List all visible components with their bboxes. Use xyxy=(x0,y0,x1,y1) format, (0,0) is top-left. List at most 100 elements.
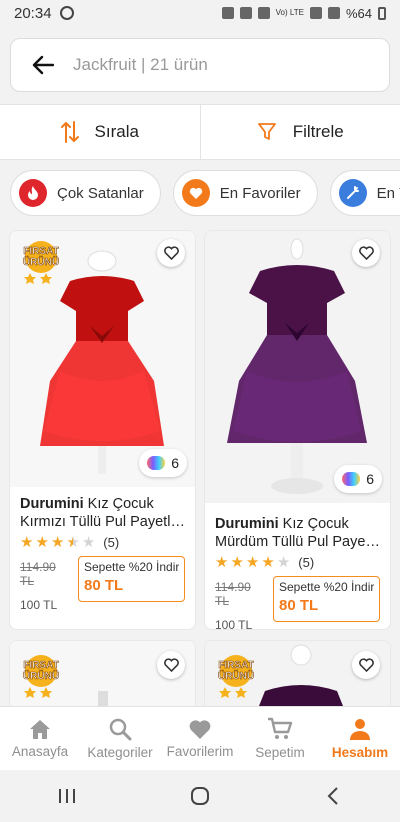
heart-outline-icon xyxy=(163,658,179,672)
product-info: Durumini Kız Çocuk Mürdüm Tüllü Pul Paye… xyxy=(205,503,390,630)
product-title-line2: Mürdüm Tüllü Pul Payetli Abiye Elbise xyxy=(215,534,380,550)
favorite-button[interactable] xyxy=(157,239,185,267)
color-count-value: 6 xyxy=(171,455,179,471)
heart-outline-icon xyxy=(358,658,374,672)
product-title-line2: Kırmızı Tüllü Pul Payetli Abiye Elbise xyxy=(20,514,185,530)
product-image[interactable]: 6 xyxy=(205,231,390,503)
home-system-button[interactable] xyxy=(170,776,230,816)
star-full-icon: ★ xyxy=(20,534,34,551)
product-image[interactable]: FIRSAT ÜRÜNÜ 6 xyxy=(10,231,195,487)
home-icon xyxy=(30,720,50,739)
svg-text:FIRSAT: FIRSAT xyxy=(23,660,58,671)
product-rating: ★ ★ ★ ★ ★ (5) xyxy=(215,555,380,570)
basket-discount-box: Sepette %20 İndirim 80 TL xyxy=(273,576,380,622)
back-button[interactable] xyxy=(23,45,63,85)
sparkle-icon xyxy=(338,179,367,207)
chip-label: Çok Satanlar xyxy=(57,184,144,202)
battery-percent: %64 xyxy=(345,5,372,21)
price-block: 114.90 TL 100 TL xyxy=(215,576,267,630)
chip-cok-satanlar[interactable]: Çok Satanlar xyxy=(10,170,161,216)
svg-text:ÜRÜNÜ: ÜRÜNÜ xyxy=(23,669,59,682)
location-icon xyxy=(257,7,270,19)
search-bar[interactable]: Jackfruit | 21 ürün xyxy=(10,38,390,92)
nav-account[interactable]: Hesabım xyxy=(320,707,400,770)
product-image[interactable]: FIRSAT ÜRÜNÜ xyxy=(205,641,390,709)
product-card[interactable]: FIRSAT ÜRÜNÜ xyxy=(204,640,391,710)
color-variant-count[interactable]: 6 xyxy=(334,465,382,493)
nav-home[interactable]: Anasayfa xyxy=(0,707,80,770)
status-time: 20:34 xyxy=(14,4,52,22)
review-count: (5) xyxy=(298,555,315,570)
price-block: 114.90 TL 100 TL xyxy=(20,556,72,612)
svg-text:ÜRÜNÜ: ÜRÜNÜ xyxy=(23,255,59,268)
user-icon xyxy=(350,719,370,740)
product-rating: ★ ★ ★ ★ ★ (5) xyxy=(20,535,185,550)
favorite-button[interactable] xyxy=(352,239,380,267)
chip-en-favoriler[interactable]: En Favoriler xyxy=(172,170,318,216)
product-info: Durumini Kız Çocuk Kırmızı Tüllü Pul Pay… xyxy=(10,487,195,620)
wifi-icon xyxy=(309,7,322,19)
flame-icon xyxy=(19,179,47,207)
home-circle-icon xyxy=(190,787,209,805)
nav-cart[interactable]: Sepetim xyxy=(240,707,320,770)
review-count: (5) xyxy=(103,535,120,550)
favorite-button[interactable] xyxy=(352,651,380,679)
sort-label: Sırala xyxy=(94,122,139,141)
firsat-urunu-badge: FIRSAT ÜRÜNÜ xyxy=(23,655,59,698)
whatsapp-icon xyxy=(59,6,74,20)
firsat-urunu-badge: FIRSAT ÜRÜNÜ xyxy=(218,655,254,698)
heart-outline-icon xyxy=(163,246,179,260)
filter-button[interactable]: Filtrele xyxy=(201,105,400,159)
nav-label: Favorilerim xyxy=(166,744,234,759)
nav-label: Sepetim xyxy=(255,745,305,760)
chip-en-yeniler[interactable]: En Yeniler xyxy=(329,170,400,216)
quick-filter-chips: Çok Satanlar En Favoriler En Yeniler xyxy=(10,170,400,216)
old-price: 114.90 TL xyxy=(20,560,56,588)
chevron-left-icon xyxy=(327,787,339,805)
status-right: Vo) LTE %64 xyxy=(221,5,386,21)
color-palette-icon xyxy=(342,472,361,486)
search-query[interactable]: Jackfruit | 21 ürün xyxy=(73,55,208,75)
nav-label: Kategoriler xyxy=(87,745,153,760)
arrow-left-icon xyxy=(32,55,54,75)
heart-icon xyxy=(181,179,210,207)
star-half-icon: ★ xyxy=(66,534,80,551)
color-count-value: 6 xyxy=(366,471,374,487)
back-system-button[interactable] xyxy=(303,776,363,816)
current-price: 100 TL xyxy=(20,598,58,612)
sort-button[interactable]: Sırala xyxy=(0,105,200,159)
svg-text:ÜRÜNÜ: ÜRÜNÜ xyxy=(218,669,254,682)
product-title-text: Kız Çocuk xyxy=(87,496,154,512)
current-price: 100 TL xyxy=(215,618,253,630)
star-full-icon: ★ xyxy=(261,554,275,571)
recent-apps-button[interactable] xyxy=(37,776,97,816)
product-card[interactable]: FIRSAT ÜRÜNÜ xyxy=(9,640,196,710)
favorite-button[interactable] xyxy=(157,651,185,679)
signal-icon xyxy=(327,7,340,19)
product-card[interactable]: FIRSAT ÜRÜNÜ 6 Durumini Kız Çocuk Kırmız… xyxy=(9,230,196,630)
sort-icon xyxy=(60,121,79,143)
star-full-icon: ★ xyxy=(230,554,244,571)
star-empty-icon: ★ xyxy=(276,554,291,571)
sort-filter-bar: Sırala Filtrele xyxy=(0,104,400,160)
nav-favorites[interactable]: Favorilerim xyxy=(160,707,240,770)
bottom-navigation: Anasayfa Kategoriler Favorilerim Sepetim… xyxy=(0,706,400,770)
svg-text:FIRSAT: FIRSAT xyxy=(23,246,58,257)
color-variant-count[interactable]: 6 xyxy=(139,449,187,477)
nav-categories[interactable]: Kategoriler xyxy=(80,707,160,770)
product-image[interactable]: FIRSAT ÜRÜNÜ xyxy=(10,641,195,709)
product-title: Durumini Kız Çocuk Mürdüm Tüllü Pul Paye… xyxy=(215,515,380,551)
heart-outline-icon xyxy=(358,246,374,260)
mute-icon xyxy=(221,7,234,19)
star-empty-icon: ★ xyxy=(81,534,96,551)
chip-label: En Favoriler xyxy=(219,184,301,202)
dress-image xyxy=(205,231,390,503)
star-full-icon: ★ xyxy=(50,534,65,551)
price-row: 114.90 TL 100 TL Sepette %20 İndirim 80 … xyxy=(215,576,380,630)
price-row: 114.90 TL 100 TL Sepette %20 İndirim 80 … xyxy=(20,556,185,612)
product-card[interactable]: 6 Durumini Kız Çocuk Mürdüm Tüllü Pul Pa… xyxy=(204,230,391,630)
system-navigation-bar xyxy=(0,770,400,822)
product-title-text: Kız Çocuk xyxy=(282,516,349,532)
old-price: 114.90 TL xyxy=(215,580,251,608)
product-brand: Durumini xyxy=(20,496,84,512)
